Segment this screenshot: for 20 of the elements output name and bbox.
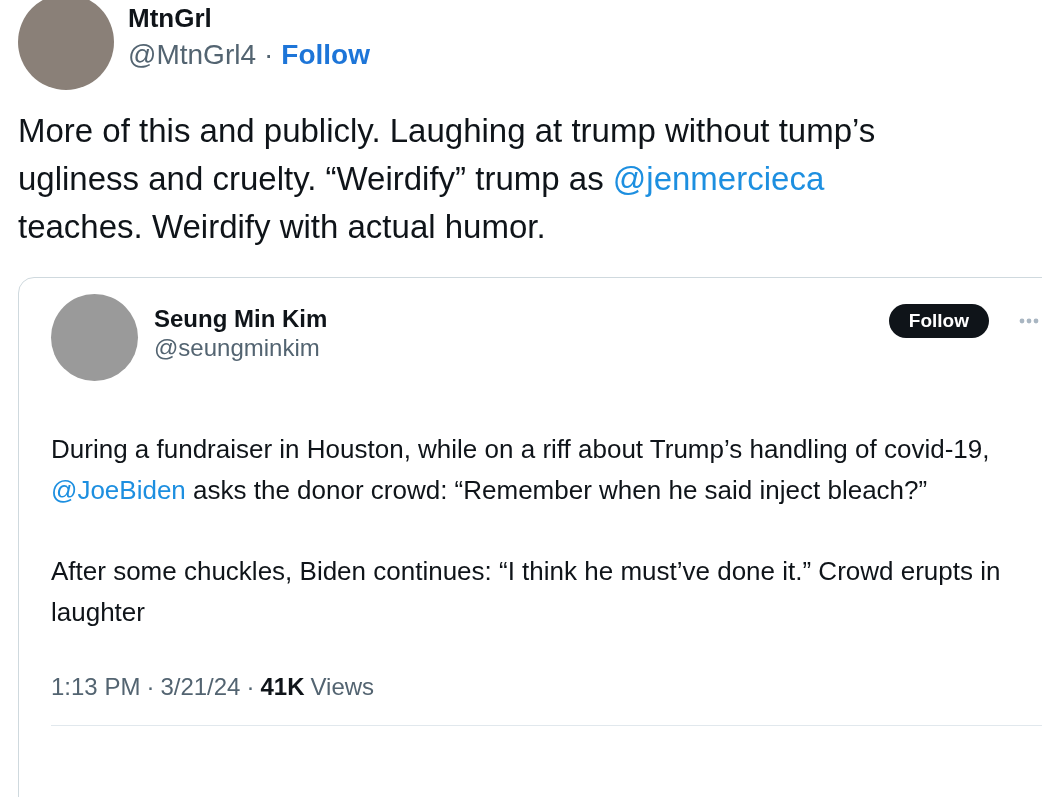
views-count: 41K — [260, 673, 305, 701]
more-options-icon[interactable] — [1019, 318, 1039, 324]
author-name[interactable]: Seung Min Kim — [154, 304, 873, 334]
tweet-time[interactable]: 1:13 PM — [51, 673, 141, 701]
separator-dot: · — [246, 673, 255, 701]
tweet-text: More of this and publicly. Laughing at trump without tump’s ugliness and cruelty. “Weirdify” trump as @jenmercieca teaches. Weirdify with actual humor. — [18, 111, 877, 247]
author-name[interactable]: MtnGrl — [128, 2, 370, 35]
tweet-text: During a fundraiser in Houston, while on a riff about Trump’s handling of covid-19, @JoeBiden asks the donor crowd: “Remember when he said inject bleach?” — [51, 433, 991, 507]
views-label: Views — [310, 673, 375, 701]
separator-dot: · — [264, 38, 274, 71]
author-handle: @MtnGrl4 — [128, 38, 256, 71]
mention-link[interactable]: @JoeBiden — [51, 475, 186, 505]
author-handle: @seungminkim — [154, 334, 321, 362]
separator-dot: · — [146, 673, 155, 701]
mention-link[interactable]: @jenmercieca — [612, 160, 825, 197]
follow-link[interactable]: Follow — [281, 38, 370, 71]
quoted-tweet-card[interactable] — [18, 277, 1042, 797]
tweet-text: After some chuckles, Biden continues: “I think he must’ve done it.” Crowd erupts in laughter — [51, 555, 1002, 629]
tweet-date[interactable]: 3/21/24 — [160, 673, 241, 701]
follow-button[interactable]: Follow — [888, 304, 989, 338]
